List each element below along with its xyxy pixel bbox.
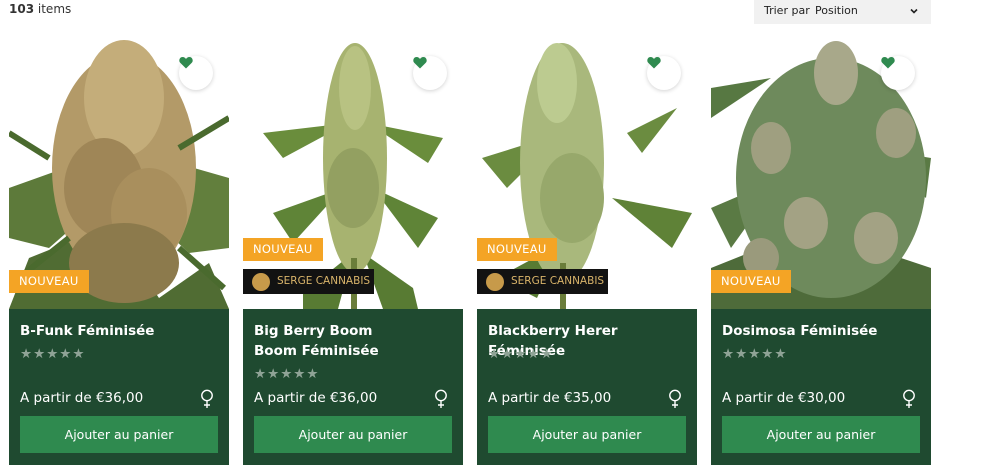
product-image[interactable]: NOUVEAU SERGE CANNABIS: [477, 38, 697, 309]
heart-icon: [881, 57, 895, 69]
new-badge: NOUVEAU: [9, 270, 89, 293]
new-badge: NOUVEAU: [711, 270, 791, 293]
product-price: A partir de €36,00: [254, 390, 378, 406]
rating-stars: ★★★★★: [254, 366, 320, 382]
add-to-cart-button[interactable]: Ajouter au panier: [20, 416, 218, 453]
female-icon: [669, 389, 681, 408]
product-info: B-Funk Féminisée ★★★★★ A partir de €36,0…: [9, 309, 229, 465]
add-to-cart-button[interactable]: Ajouter au panier: [488, 416, 686, 453]
heart-icon: [413, 57, 427, 69]
female-icon: [201, 389, 213, 408]
add-to-wishlist-button[interactable]: [881, 56, 915, 90]
add-to-wishlist-button[interactable]: [647, 56, 681, 90]
product-card[interactable]: NOUVEAU SERGE CANNABIS Big Berry Boom Bo…: [243, 38, 463, 465]
add-to-wishlist-button[interactable]: [179, 56, 213, 90]
female-icon: [435, 389, 447, 408]
product-image[interactable]: NOUVEAU SERGE CANNABIS: [243, 38, 463, 309]
product-info: Big Berry Boom Boom Féminisée ★★★★★ A pa…: [243, 309, 463, 465]
product-card[interactable]: NOUVEAU SERGE CANNABIS Blackberry Herer …: [477, 38, 697, 465]
item-count: 103 items: [9, 2, 71, 16]
chevron-down-icon: [910, 8, 918, 14]
new-badge: NOUVEAU: [243, 238, 323, 261]
product-price: A partir de €36,00: [20, 390, 144, 406]
rating-stars: ★★★★★: [20, 346, 86, 362]
add-to-wishlist-button[interactable]: [413, 56, 447, 90]
product-card[interactable]: NOUVEAU Dosimosa Féminisée ★★★★★ A parti…: [711, 38, 931, 465]
add-to-cart-button[interactable]: Ajouter au panier: [254, 416, 452, 453]
toolbar: 103 items Trier par Position: [0, 0, 1000, 24]
product-name[interactable]: Dosimosa Féminisée: [722, 321, 922, 341]
rating-stars: ★★★★★: [722, 346, 788, 362]
product-card[interactable]: NOUVEAU B-Funk Féminisée ★★★★★ A partir …: [9, 38, 229, 465]
brand-badge-label: SERGE CANNABIS: [277, 275, 371, 287]
new-badge: NOUVEAU: [477, 238, 557, 261]
heart-icon: [647, 57, 661, 69]
brand-badge-label: SERGE CANNABIS: [511, 275, 605, 287]
product-info: Blackberry Herer Féminisée ★★★★★ A parti…: [477, 309, 697, 465]
item-count-label: items: [37, 2, 72, 16]
brand-badge: SERGE CANNABIS: [243, 269, 374, 294]
brand-badge: SERGE CANNABIS: [477, 269, 608, 294]
product-image[interactable]: NOUVEAU: [711, 38, 931, 309]
brand-logo-icon: [252, 273, 270, 291]
heart-icon: [179, 57, 193, 69]
rating-stars: ★★★★★: [488, 346, 554, 362]
product-name[interactable]: Big Berry Boom Boom Féminisée: [254, 321, 394, 361]
product-price: A partir de €35,00: [488, 390, 612, 406]
female-icon: [903, 389, 915, 408]
sort-label: Trier par: [764, 4, 810, 17]
sort-value: Position: [815, 4, 858, 17]
product-name[interactable]: B-Funk Féminisée: [20, 321, 220, 341]
product-image[interactable]: NOUVEAU: [9, 38, 229, 309]
brand-logo-icon: [486, 273, 504, 291]
sort-dropdown[interactable]: Trier par Position: [754, 0, 931, 24]
product-info: Dosimosa Féminisée ★★★★★ A partir de €30…: [711, 309, 931, 465]
add-to-cart-button[interactable]: Ajouter au panier: [722, 416, 920, 453]
product-price: A partir de €30,00: [722, 390, 846, 406]
item-count-number: 103: [9, 2, 35, 16]
